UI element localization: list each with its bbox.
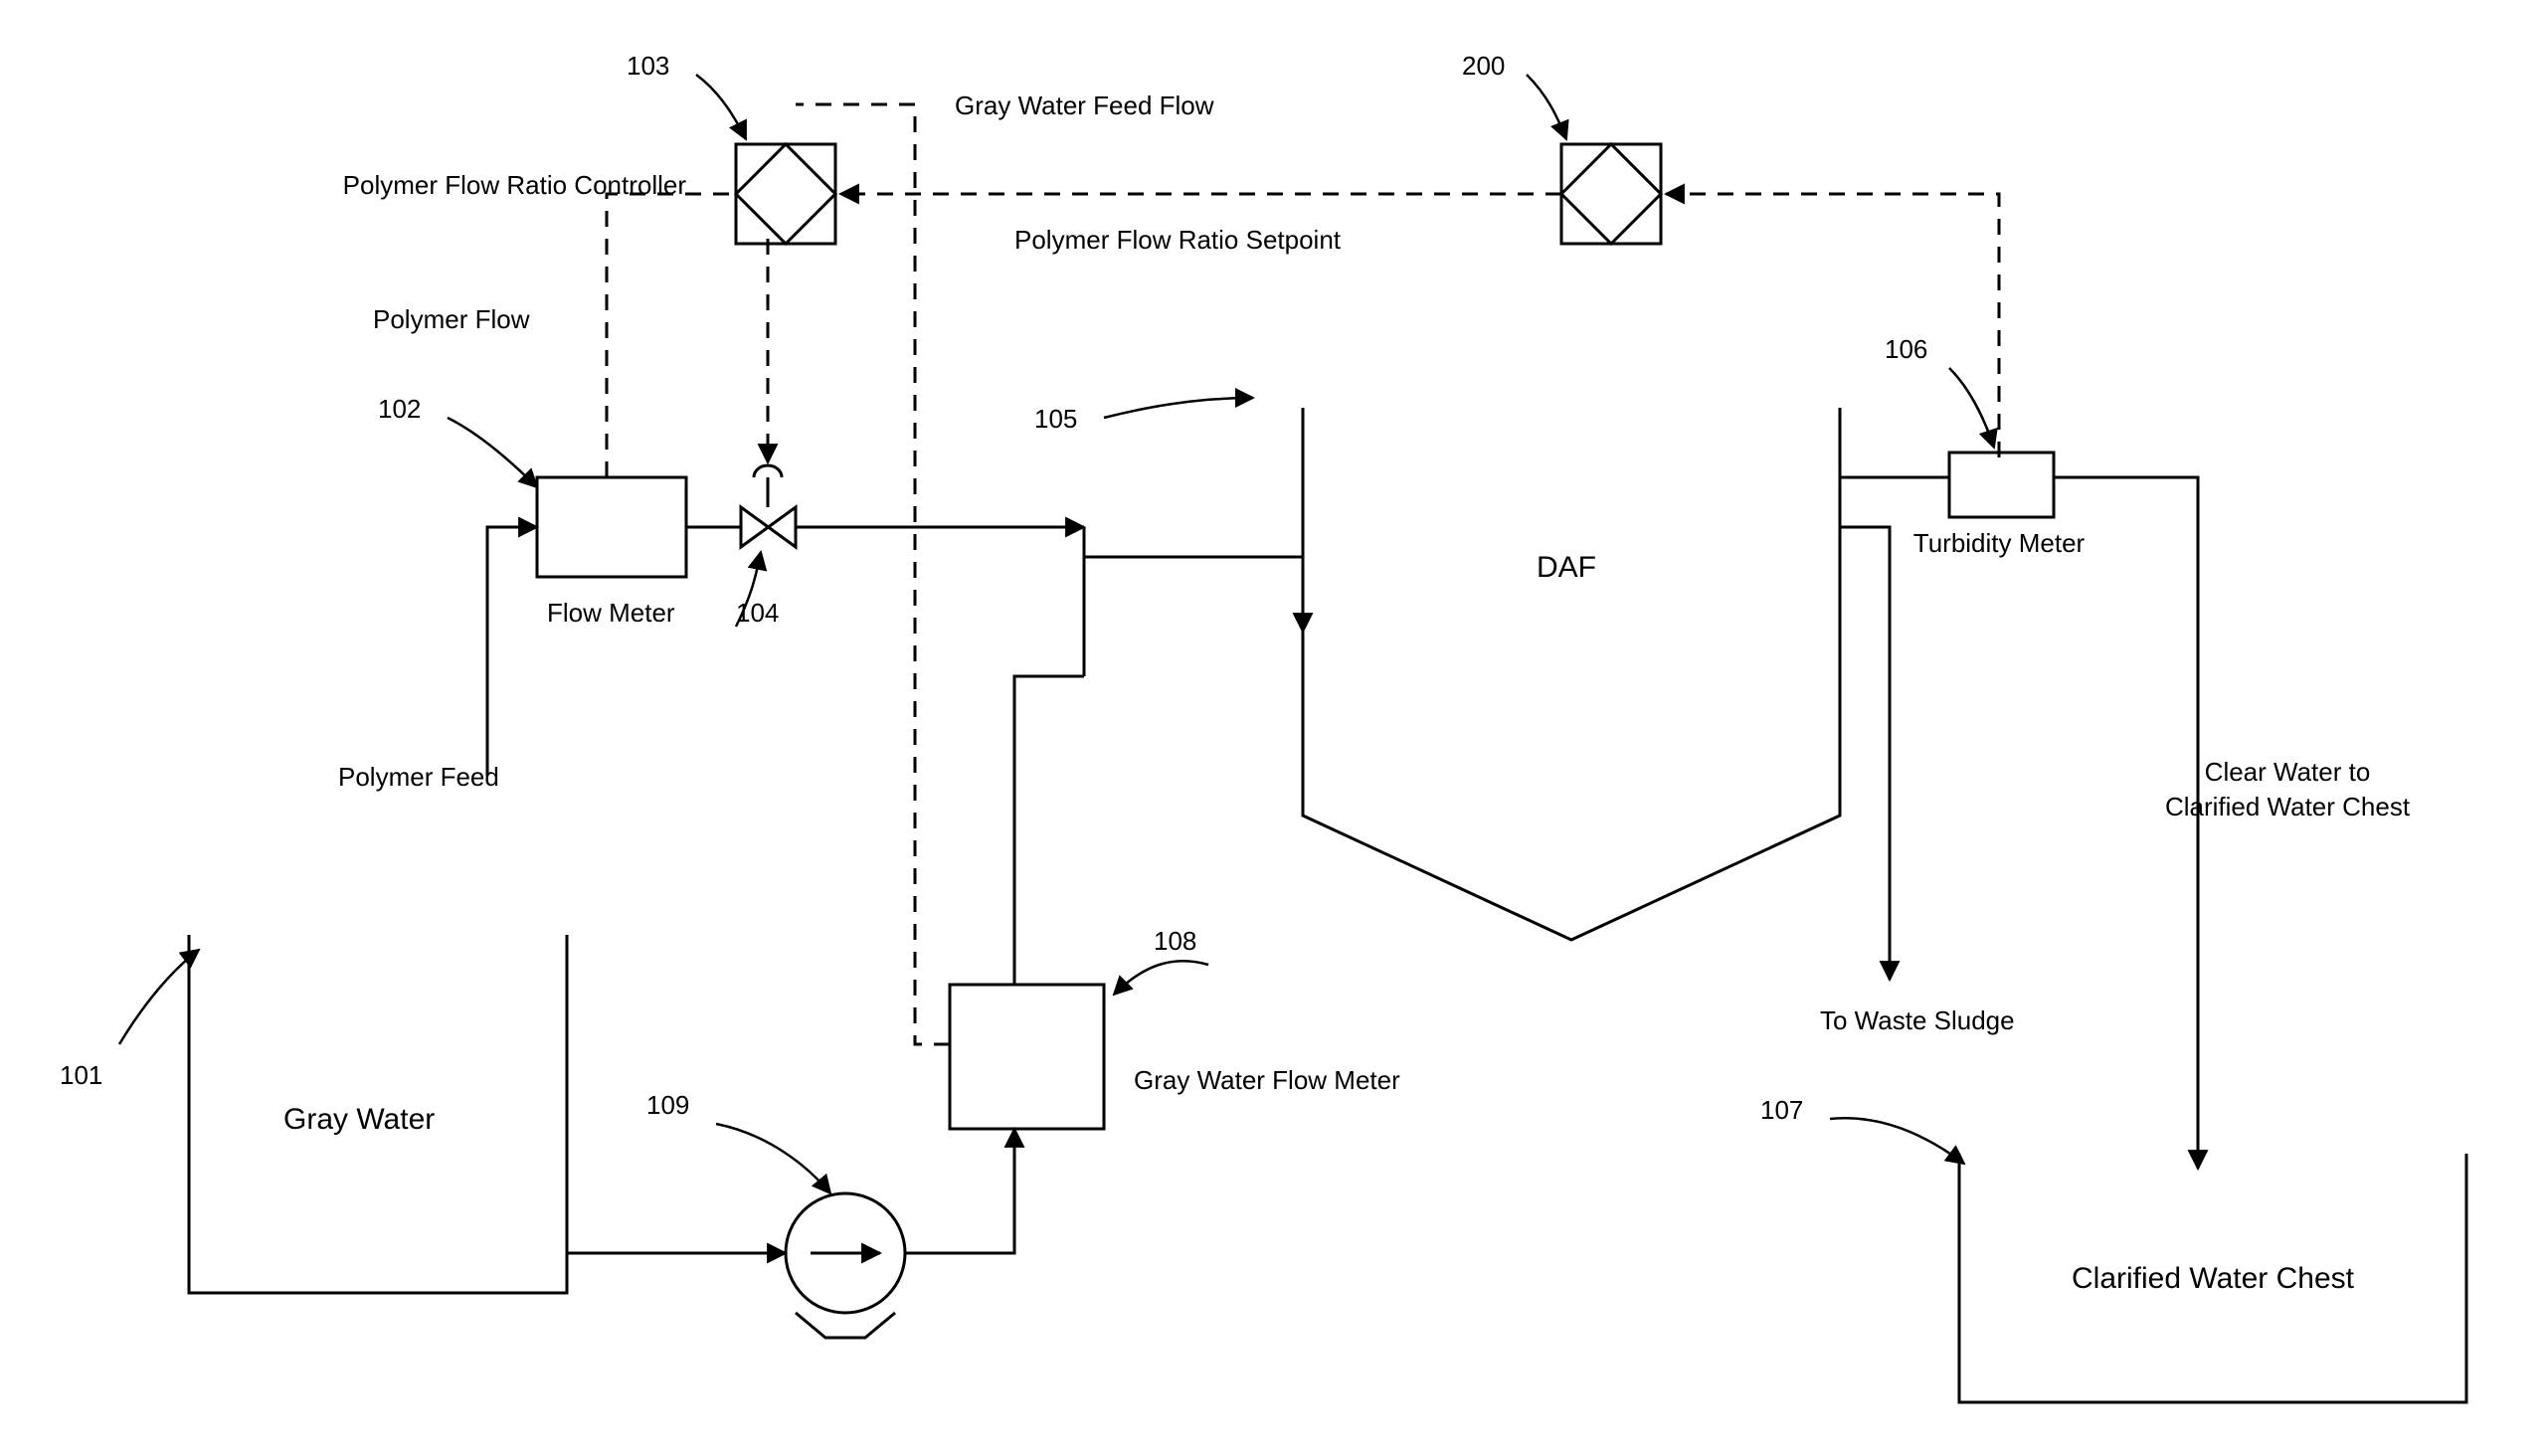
gray-water-tank: Gray Water bbox=[189, 935, 567, 1293]
pump bbox=[786, 1193, 905, 1338]
ref-200: 200 bbox=[1462, 51, 1505, 81]
leader-102 bbox=[448, 418, 537, 487]
signal-polymer-flow bbox=[607, 194, 736, 477]
gwff-label: Gray Water Feed Flow bbox=[955, 91, 1214, 120]
controller-103-label: Polymer Flow Ratio Controller bbox=[343, 170, 687, 200]
leader-107 bbox=[1830, 1118, 1964, 1164]
ref-105: 105 bbox=[1034, 404, 1077, 434]
setpoint-label: Polymer Flow Ratio Setpoint bbox=[1014, 225, 1342, 255]
to-waste-sludge-label: To Waste Sludge bbox=[1820, 1005, 2015, 1035]
ref-108: 108 bbox=[1154, 926, 1196, 956]
gwfm-label: Gray Water Flow Meter bbox=[1134, 1065, 1400, 1095]
clarified-water-chest: Clarified Water Chest bbox=[1959, 1154, 2466, 1402]
turbidity-meter: Turbidity Meter bbox=[1913, 453, 2086, 558]
pipe-to-sludge bbox=[1840, 527, 1890, 980]
gray-water-tank-label: Gray Water bbox=[283, 1103, 435, 1136]
flow-meter: Flow Meter bbox=[537, 477, 686, 628]
pipe-pump-to-gwfm bbox=[905, 1129, 1014, 1253]
flow-meter-label: Flow Meter bbox=[547, 598, 675, 628]
ref-107: 107 bbox=[1760, 1095, 1803, 1125]
turbidity-meter-label: Turbidity Meter bbox=[1913, 528, 2086, 558]
daf-unit: DAF bbox=[1303, 408, 1840, 940]
pipe-to-daf bbox=[1084, 557, 1303, 676]
leader-108 bbox=[1114, 961, 1208, 995]
pipe-gwfm-up bbox=[1014, 676, 1084, 985]
ref-104: 104 bbox=[736, 598, 779, 628]
leader-101 bbox=[119, 950, 199, 1044]
leader-105 bbox=[1104, 398, 1253, 418]
clear-water-line1: Clear Water to bbox=[2205, 757, 2371, 787]
controller-200 bbox=[1561, 144, 1661, 244]
leader-200 bbox=[1527, 75, 1566, 139]
ref-103: 103 bbox=[627, 51, 669, 81]
clarified-chest-label: Clarified Water Chest bbox=[2072, 1262, 2355, 1295]
signal-turbidity bbox=[1666, 194, 1999, 457]
polymer-feed-label: Polymer Feed bbox=[338, 762, 499, 792]
pipe-polymer-feed bbox=[487, 527, 537, 776]
pipe-tm-to-chest bbox=[2054, 477, 2198, 1169]
ref-102: 102 bbox=[378, 394, 421, 424]
gray-water-flow-meter: Gray Water Flow Meter bbox=[950, 985, 1400, 1129]
polymer-flow-label: Polymer Flow bbox=[373, 304, 530, 334]
ref-106: 106 bbox=[1885, 334, 1927, 364]
daf-label: DAF bbox=[1537, 551, 1596, 584]
leader-106 bbox=[1949, 368, 1994, 448]
control-valve bbox=[741, 465, 796, 547]
ref-109: 109 bbox=[646, 1090, 689, 1120]
signal-gwff bbox=[796, 104, 950, 1044]
clear-water-line2: Clarified Water Chest bbox=[2165, 792, 2411, 821]
leader-103 bbox=[696, 75, 746, 139]
leader-109 bbox=[716, 1124, 830, 1193]
controller-103 bbox=[736, 144, 835, 244]
process-diagram: Gray Water 101 109 Gray Water Flow Meter… bbox=[0, 0, 2545, 1456]
ref-101: 101 bbox=[60, 1060, 102, 1090]
